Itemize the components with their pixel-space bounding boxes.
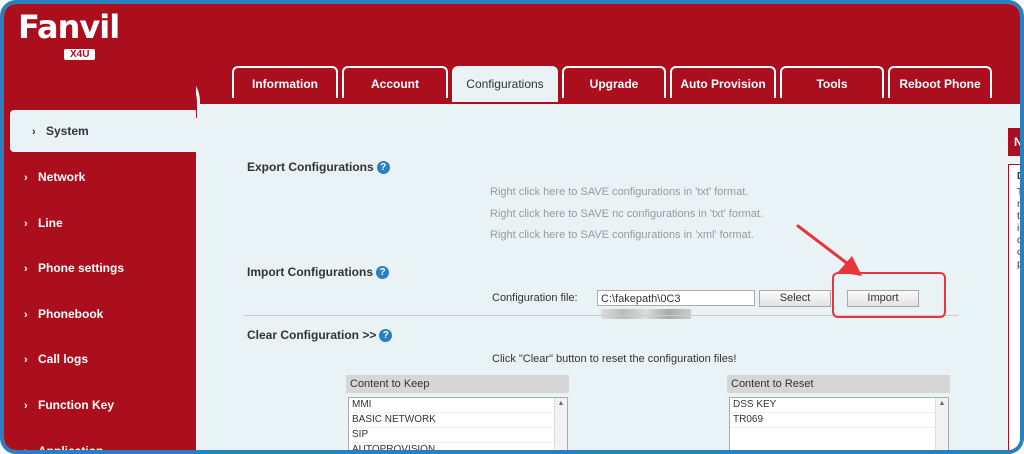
- export-nc-txt-link[interactable]: Right click here to SAVE nc configuratio…: [490, 208, 763, 220]
- export-title-text: Export Configurations: [247, 160, 374, 174]
- notice-panel: N D T m th in cc cc pa: [1008, 128, 1024, 450]
- tab-account[interactable]: Account: [342, 66, 448, 98]
- keep-list-header: Content to Keep: [346, 375, 569, 393]
- sidebar-item-label: Function Key: [38, 398, 115, 412]
- sidebar-item-label: Phonebook: [38, 307, 104, 321]
- list-item[interactable]: AUTOPROVISION: [349, 443, 567, 450]
- tab-auto-provision[interactable]: Auto Provision: [670, 66, 776, 98]
- clear-instruction: Click "Clear" button to reset the config…: [492, 353, 737, 365]
- import-section-title: Import Configurations?: [247, 265, 389, 279]
- notice-line: T: [1017, 187, 1024, 198]
- list-item[interactable]: SIP: [349, 428, 567, 443]
- notice-line: cc: [1017, 235, 1022, 246]
- sidebar-item-label: Application: [38, 444, 104, 454]
- notice-panel-body: D T m th in cc cc pa: [1008, 164, 1024, 450]
- config-file-value: C:\fakepath\0C3: [601, 293, 681, 305]
- keep-list-scrollbar[interactable]: ▲: [554, 398, 567, 450]
- notice-line: in: [1017, 223, 1020, 234]
- export-section-title: Export Configurations?: [247, 160, 390, 174]
- list-item[interactable]: MMI: [349, 398, 567, 413]
- redacted-filename: [601, 309, 691, 319]
- notice-line: pa: [1017, 259, 1023, 270]
- sidebar-item-phonebook[interactable]: › Phonebook: [4, 293, 196, 335]
- help-icon[interactable]: ?: [379, 329, 393, 342]
- chevron-right-icon: ›: [24, 446, 28, 454]
- tab-configurations[interactable]: Configurations: [452, 66, 558, 102]
- select-button[interactable]: Select: [759, 290, 831, 307]
- scroll-up-icon[interactable]: ▲: [936, 398, 948, 410]
- fanvil-logo: Fanvil X4U: [18, 8, 120, 62]
- tab-tools[interactable]: Tools: [780, 66, 884, 98]
- sidebar-item-label: Call logs: [38, 352, 89, 366]
- sidebar: › System › Network › Line › Phone settings ›…: [4, 68, 196, 454]
- notice-panel-title: D: [1017, 171, 1024, 182]
- sidebar-item-function-key[interactable]: › Function Key: [4, 384, 196, 426]
- tab-reboot-phone[interactable]: Reboot Phone: [888, 66, 992, 98]
- clear-title-text: Clear Configuration >>: [247, 328, 377, 342]
- scroll-up-icon[interactable]: ▲: [555, 398, 567, 410]
- help-icon[interactable]: ?: [376, 266, 389, 279]
- chevron-right-icon: ›: [24, 218, 28, 230]
- model-badge: X4U: [64, 49, 96, 60]
- reset-list-scrollbar[interactable]: ▲: [935, 398, 948, 450]
- sidebar-item-phone-settings[interactable]: › Phone settings: [4, 247, 196, 289]
- export-xml-link[interactable]: Right click here to SAVE configurations …: [490, 229, 754, 241]
- brand-name: Fanvil: [18, 8, 120, 46]
- export-txt-link[interactable]: Right click here to SAVE configurations …: [490, 186, 748, 198]
- chevron-right-icon: ›: [32, 126, 36, 138]
- notice-panel-header: N: [1008, 128, 1020, 156]
- import-highlight-box: [832, 272, 946, 318]
- sidebar-item-label: System: [46, 124, 89, 138]
- tab-upgrade[interactable]: Upgrade: [562, 66, 666, 98]
- sidebar-item-network[interactable]: › Network: [4, 156, 196, 198]
- sidebar-item-line[interactable]: › Line: [4, 202, 196, 244]
- list-item[interactable]: DSS KEY: [730, 398, 948, 413]
- config-file-label: Configuration file:: [492, 292, 578, 304]
- import-title-text: Import Configurations: [247, 265, 373, 279]
- header-corner-mark: I: [1020, 10, 1023, 21]
- reset-list-header: Content to Reset: [727, 375, 950, 393]
- chevron-right-icon: ›: [24, 172, 28, 184]
- sidebar-item-label: Network: [38, 170, 86, 184]
- sidebar-item-label: Line: [38, 216, 63, 230]
- sidebar-item-call-logs[interactable]: › Call logs: [4, 338, 196, 380]
- help-icon[interactable]: ?: [376, 161, 390, 174]
- browser-frame: Fanvil X4U I Information Account Configu…: [0, 0, 1024, 454]
- sidebar-item-system[interactable]: › System: [10, 110, 196, 152]
- keep-list[interactable]: MMI BASIC NETWORK SIP AUTOPROVISION ▲: [348, 397, 568, 450]
- sidebar-item-label: Phone settings: [38, 261, 125, 275]
- list-item[interactable]: BASIC NETWORK: [349, 413, 567, 428]
- sidebar-item-application[interactable]: › Application: [4, 430, 196, 454]
- clear-section-title[interactable]: Clear Configuration >>?: [247, 328, 393, 342]
- chevron-right-icon: ›: [24, 354, 28, 366]
- chevron-right-icon: ›: [24, 400, 28, 412]
- reset-list[interactable]: DSS KEY TR069 ▲: [729, 397, 949, 450]
- chevron-right-icon: ›: [24, 309, 28, 321]
- tab-information[interactable]: Information: [232, 66, 338, 98]
- notice-line: cc: [1017, 247, 1022, 258]
- chevron-right-icon: ›: [24, 263, 28, 275]
- notice-line: th: [1017, 211, 1020, 222]
- list-item[interactable]: TR069: [730, 413, 948, 428]
- notice-line: m: [1017, 199, 1020, 211]
- config-file-input[interactable]: C:\fakepath\0C3: [597, 290, 755, 319]
